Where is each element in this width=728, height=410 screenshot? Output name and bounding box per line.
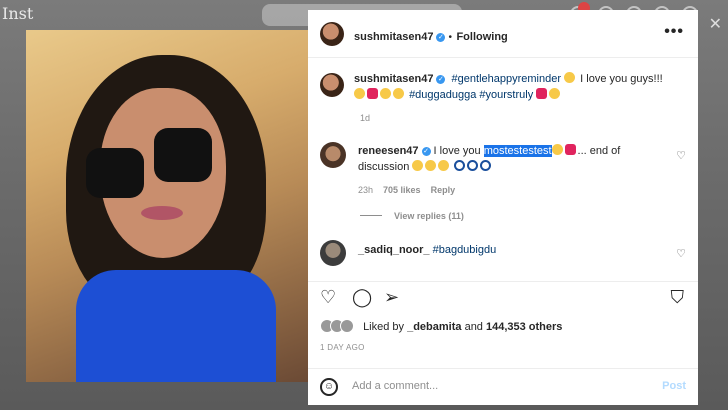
evil-eye-emoji-icon — [467, 160, 479, 171]
caption-hashtags[interactable]: #duggadugga #yourstruly — [409, 89, 533, 101]
like-comment-heart-icon[interactable]: ♡ — [676, 149, 686, 162]
photo-smile — [141, 206, 183, 220]
liked-by-user[interactable]: _debamita — [407, 321, 461, 333]
comment-username[interactable]: reneesen47 — [358, 145, 419, 157]
post-action-bar: ♡ ◯ ➢ ⛉ — [308, 281, 698, 312]
instagram-logo: Inst — [2, 4, 34, 23]
caption-line-1: sushmitasen47 ✓ #gentlehappyreminder I lo… — [354, 71, 663, 87]
comment-likes[interactable]: 705 likes — [383, 185, 421, 195]
caption-hashtag[interactable]: #gentlehappyreminder — [452, 73, 561, 85]
red-heart-emoji-icon — [564, 144, 576, 155]
evil-eye-emoji-icon — [454, 160, 466, 171]
comment-avatar-sadiq[interactable] — [320, 240, 346, 266]
replies-divider-line — [360, 215, 382, 216]
comment-text: I love you — [433, 145, 484, 157]
add-comment-bar: ☺ Add a comment... Post — [308, 368, 698, 406]
likes-mid: and — [461, 321, 486, 333]
photo-blue-top — [76, 270, 276, 382]
more-options-icon[interactable]: ••• — [664, 23, 684, 41]
post-comment-button[interactable]: Post — [662, 380, 686, 392]
photo-sunglasses-right — [154, 128, 212, 182]
caption-avatar[interactable] — [320, 73, 344, 97]
caption-text: I love you guys!!! — [580, 73, 663, 85]
wink-emoji-icon — [438, 160, 450, 171]
following-button[interactable]: Following — [456, 31, 507, 43]
author-username[interactable]: sushmitasen47 — [354, 31, 433, 43]
verified-badge-icon: ✓ — [436, 33, 446, 42]
author-avatar[interactable] — [320, 22, 344, 46]
laughing-emoji-icon — [412, 160, 424, 171]
heart-emoji-icon — [367, 88, 378, 99]
separator-dot: • — [448, 32, 452, 43]
view-replies-button[interactable]: View replies (11) — [394, 211, 464, 221]
evil-eye-emoji-icon — [480, 160, 492, 171]
post-header: sushmitasen47 ✓ • Following ••• — [308, 10, 698, 58]
comment-line-1: reneesen47 ✓ I love you mostestestest ... e… — [358, 143, 620, 159]
post-timestamp[interactable]: 1 DAY AGO — [320, 343, 365, 352]
comment-input[interactable]: Add a comment... — [352, 380, 438, 392]
comment-time: 23h — [358, 185, 374, 195]
likes-summary: Liked by _debamita and 144,353 others — [320, 319, 562, 333]
dress-emoji-icon — [536, 88, 548, 99]
caption-verified-icon: ✓ — [436, 75, 446, 84]
share-paper-plane-icon[interactable]: ➢ — [384, 287, 399, 308]
comment-2: _sadiq_noor_ #bagdubigdu — [358, 242, 496, 258]
comment-reply-button[interactable]: Reply — [431, 185, 456, 195]
caption-line-2: #duggadugga #yourstruly — [354, 87, 562, 103]
liker-avatar — [340, 319, 354, 333]
comment-username-2[interactable]: _sadiq_noor_ — [358, 244, 430, 256]
like-comment-heart-icon-2[interactable]: ♡ — [676, 247, 686, 260]
comment-bubble-icon[interactable]: ◯ — [352, 287, 372, 308]
comment-text-line2: discussion — [358, 161, 410, 173]
smiling-emoji-icon — [425, 160, 437, 171]
hug-emoji-icon — [549, 88, 561, 99]
kiss-emoji-icon — [393, 88, 404, 99]
caption-username[interactable]: sushmitasen47 — [354, 73, 433, 85]
photo-sunglasses-left — [86, 148, 144, 198]
comment-line-2: discussion — [358, 159, 493, 175]
caption-age: 1d — [360, 113, 371, 123]
post-photo[interactable] — [26, 30, 308, 382]
save-bookmark-icon[interactable]: ⛉ — [671, 287, 685, 308]
view-replies-row[interactable]: View replies (11) — [360, 211, 474, 221]
comment-hashtag-2[interactable]: #bagdubigdu — [433, 244, 497, 256]
smile-emoji-icon — [564, 72, 576, 83]
post-side-panel: sushmitasen47 ✓ • Following ••• sushmitase… — [308, 10, 698, 405]
laugh-emoji-icon — [380, 88, 391, 99]
close-modal-icon[interactable]: ✕ — [709, 14, 722, 34]
grin-emoji-icon — [354, 88, 365, 99]
comment-text-tail: ... end of — [577, 145, 621, 157]
likes-prefix: Liked by — [363, 321, 408, 333]
comment-verified-icon: ✓ — [421, 147, 431, 156]
like-heart-icon[interactable]: ♡ — [320, 287, 336, 308]
selected-text: mostestestest — [483, 145, 552, 157]
comment-avatar-reneesen47[interactable] — [320, 142, 346, 168]
likes-count[interactable]: 144,353 others — [486, 321, 562, 333]
emoji-picker-icon[interactable]: ☺ — [320, 378, 338, 396]
heart-eyes-emoji-icon — [551, 144, 563, 155]
comment-meta: 23h 705 likes Reply — [358, 185, 465, 195]
